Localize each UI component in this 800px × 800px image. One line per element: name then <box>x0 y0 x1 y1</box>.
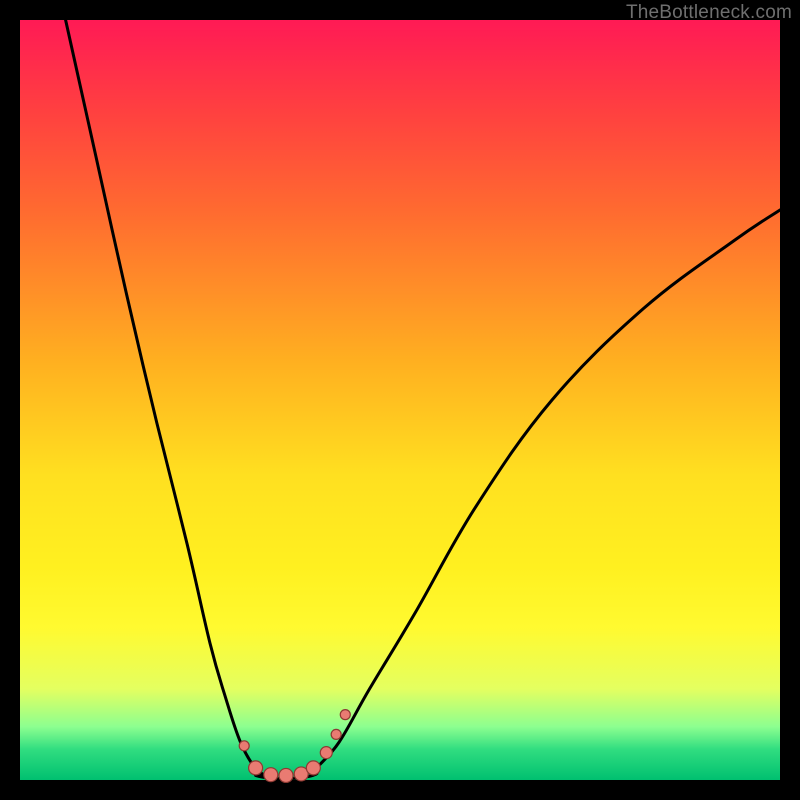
marker-group <box>239 710 350 783</box>
marker-dot <box>264 768 278 782</box>
bottleneck-curve <box>66 20 780 779</box>
chart-frame: TheBottleneck.com <box>0 0 800 800</box>
bottleneck-curve-path <box>66 20 780 779</box>
marker-dot <box>306 761 320 775</box>
marker-dot <box>340 710 350 720</box>
marker-dot <box>331 729 341 739</box>
marker-dot <box>279 768 293 782</box>
marker-dot <box>320 747 332 759</box>
plot-area <box>20 20 780 780</box>
curve-svg <box>20 20 780 780</box>
marker-dot <box>239 741 249 751</box>
marker-dot <box>249 761 263 775</box>
